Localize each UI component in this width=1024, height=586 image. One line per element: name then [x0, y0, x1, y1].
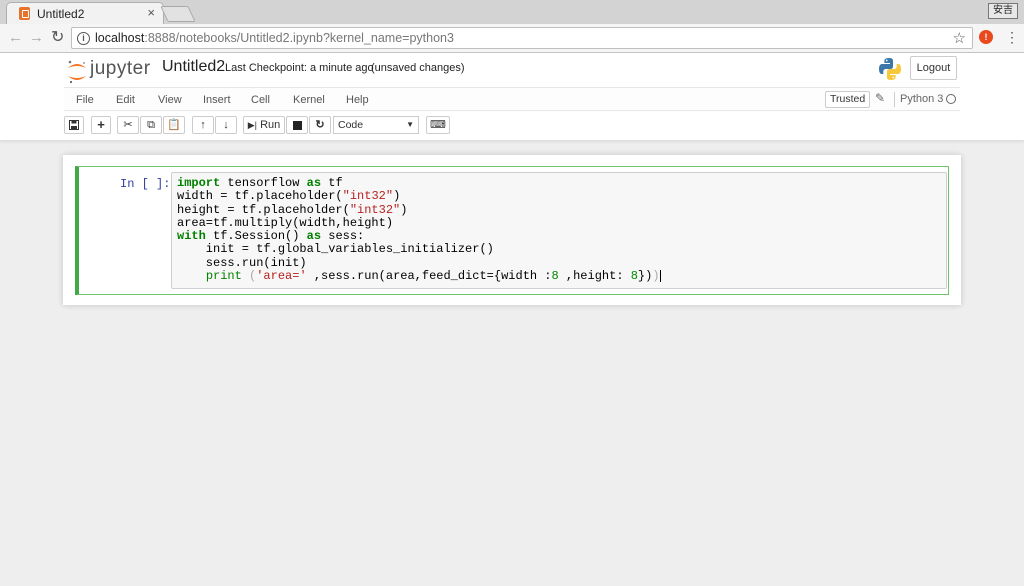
notebook-menubar: File Edit View Insert Cell Kernel Help T…: [64, 87, 960, 111]
move-down-arrow-icon[interactable]: ↓: [215, 116, 237, 134]
move-up-arrow-icon[interactable]: ↑: [192, 116, 214, 134]
run-button[interactable]: ▶| Run: [243, 116, 285, 134]
menu-cell[interactable]: Cell: [251, 94, 270, 106]
stop-square-icon[interactable]: [286, 116, 308, 134]
code-line: import tensorflow as tf: [177, 176, 343, 190]
browser-menu-icon[interactable]: ⋮: [1005, 29, 1019, 45]
checkpoint-status: Last Checkpoint: a minute ago: [225, 62, 374, 74]
divider: [894, 92, 895, 107]
browser-tabstrip: Untitled2 × 安吉: [0, 0, 1024, 24]
autosave-status: (unsaved changes): [371, 62, 465, 74]
python-logo-icon: [879, 58, 901, 80]
code-line: print ('area=' ,sess.run(area,feed_dict=…: [205, 269, 661, 284]
code-line: width = tf.placeholder("int32"): [177, 189, 401, 204]
kernel-name[interactable]: Python 3: [900, 93, 943, 105]
command-palette-keyboard-icon[interactable]: ⌨: [426, 116, 450, 134]
menu-file[interactable]: File: [76, 94, 94, 106]
tab-close-icon[interactable]: ×: [147, 6, 155, 20]
reload-icon[interactable]: ↻: [51, 29, 64, 47]
paste-icon[interactable]: 📋: [163, 116, 185, 134]
pencil-icon[interactable]: ✎: [875, 91, 885, 105]
cell-type-select[interactable]: Code ▼: [333, 116, 419, 134]
url-text[interactable]: localhost:8888/notebooks/Untitled2.ipynb…: [95, 31, 454, 45]
ime-indicator[interactable]: 安吉: [988, 3, 1018, 19]
code-editor[interactable]: import tensorflow as tf width = tf.place…: [171, 172, 947, 289]
jupyter-favicon-icon: [19, 7, 30, 20]
bookmark-star-icon[interactable]: ☆: [953, 29, 966, 47]
tab-title: Untitled2: [37, 7, 85, 21]
jupyter-header: jupyter Untitled2 Last Checkpoint: a min…: [0, 53, 1024, 141]
forward-arrow-icon[interactable]: →: [29, 29, 44, 47]
menu-edit[interactable]: Edit: [116, 94, 135, 106]
browser-navbar: ← → ↻ i localhost:8888/notebooks/Untitle…: [0, 24, 1024, 53]
cut-icon[interactable]: ✂: [117, 116, 139, 134]
code-line: area=tf.multiply(width,height): [177, 215, 394, 230]
logout-button[interactable]: Logout: [910, 56, 957, 80]
address-bar[interactable]: i localhost:8888/notebooks/Untitled2.ipy…: [71, 27, 973, 49]
jupyter-logo-icon: [68, 60, 86, 84]
text-cursor: [659, 270, 661, 283]
back-arrow-icon[interactable]: ←: [8, 29, 23, 47]
notebook-container: In [ ]: import tensorflow as tf width = …: [63, 155, 961, 305]
notebook-name[interactable]: Untitled2: [162, 58, 225, 76]
code-line: init = tf.global_variables_initializer(): [177, 242, 494, 257]
code-line: sess.run(init): [177, 255, 307, 270]
jupyter-logo[interactable]: jupyter: [66, 57, 156, 84]
extension-icon[interactable]: !: [979, 30, 993, 44]
info-icon[interactable]: i: [77, 32, 90, 45]
restart-icon[interactable]: ↻: [309, 116, 331, 134]
copy-icon[interactable]: ⧉: [140, 116, 162, 134]
menu-help[interactable]: Help: [346, 94, 369, 106]
menu-view[interactable]: View: [158, 94, 182, 106]
step-forward-icon: ▶|: [247, 120, 257, 130]
menu-kernel[interactable]: Kernel: [293, 94, 325, 106]
code-line: height = tf.placeholder("int32"): [177, 202, 408, 217]
logo-text: jupyter: [90, 58, 151, 79]
input-prompt: In [ ]:: [120, 177, 171, 191]
insert-cell-plus-icon[interactable]: +: [91, 116, 111, 134]
code-cell[interactable]: In [ ]: import tensorflow as tf width = …: [75, 166, 949, 295]
menu-insert[interactable]: Insert: [203, 94, 231, 106]
browser-tab[interactable]: Untitled2 ×: [6, 2, 164, 24]
caret-down-icon: ▼: [406, 120, 414, 129]
code-line: with tf.Session() as sess:: [177, 229, 365, 244]
new-tab-button[interactable]: [160, 6, 196, 22]
save-icon[interactable]: [64, 116, 84, 134]
notebook-toolbar: + ✂ ⧉ 📋 ↑ ↓ ▶| Run ↻ Code ▼ ⌨: [64, 116, 960, 136]
trusted-indicator[interactable]: Trusted: [825, 91, 871, 108]
kernel-idle-icon: [946, 94, 956, 104]
